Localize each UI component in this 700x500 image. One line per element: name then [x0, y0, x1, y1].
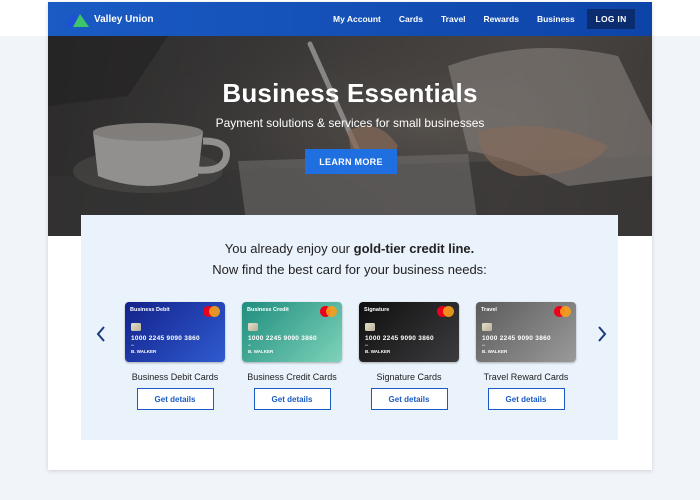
card-type-label: Signature: [364, 307, 390, 313]
promo-line-1: You already enjoy our gold-tier credit l…: [81, 241, 618, 256]
nav-item-business[interactable]: Business: [537, 14, 575, 24]
card-holder-name: B. WALKER: [248, 349, 274, 354]
card-holder-name: B. WALKER: [482, 349, 508, 354]
promo-line-1-highlight: gold-tier credit line.: [353, 241, 475, 256]
chevron-right-icon: [598, 326, 607, 342]
card-holder-name: B. WALKER: [365, 349, 391, 354]
nav-item-rewards[interactable]: Rewards: [484, 14, 519, 24]
get-details-button[interactable]: Get details: [370, 388, 448, 410]
hero-subtitle: Payment solutions & services for small b…: [215, 116, 485, 130]
navbar: Valley Union My Account Cards Travel Rew…: [48, 2, 652, 36]
mastercard-logo-icon: [320, 306, 337, 317]
nav-links: My Account Cards Travel Rewards Business: [333, 2, 593, 36]
card-offers-panel: You already enjoy our gold-tier credit l…: [81, 215, 618, 440]
card-small-text: •••: [365, 343, 369, 347]
card-holder-name: B. WALKER: [131, 349, 157, 354]
card-chip-icon: [482, 323, 492, 331]
carousel-next-button[interactable]: [595, 324, 609, 344]
get-details-button[interactable]: Get details: [136, 388, 214, 410]
credit-card-image[interactable]: Business Debit 1000 2245 9090 3860 ••• B…: [125, 302, 225, 362]
get-details-button[interactable]: Get details: [253, 388, 331, 410]
hero-overlay: [48, 36, 652, 236]
credit-card-image[interactable]: Travel 1000 2245 9090 3860 ••• B. WALKER: [476, 302, 576, 362]
card-item-business-debit: Business Debit 1000 2245 9090 3860 ••• B…: [125, 302, 225, 410]
mastercard-logo-icon: [554, 306, 571, 317]
card-item-travel: Travel 1000 2245 9090 3860 ••• B. WALKER…: [476, 302, 576, 410]
hero-title: Business Essentials: [222, 78, 478, 108]
card-chip-icon: [248, 323, 258, 331]
learn-more-button[interactable]: LEARN MORE: [305, 149, 397, 174]
chevron-left-icon: [96, 326, 105, 342]
brand-logo[interactable]: Valley Union: [65, 12, 153, 27]
card-number: 1000 2245 9090 3860: [131, 335, 200, 342]
card-number: 1000 2245 9090 3860: [248, 335, 317, 342]
credit-card-image[interactable]: Signature 1000 2245 9090 3860 ••• B. WAL…: [359, 302, 459, 362]
card-small-text: •••: [248, 343, 252, 347]
card-title: Travel Reward Cards: [483, 372, 569, 382]
card-title: Signature Cards: [376, 372, 442, 382]
card-type-label: Business Debit: [130, 307, 170, 313]
mastercard-logo-icon: [437, 306, 454, 317]
mountain-logo-icon: [65, 12, 89, 27]
card-number: 1000 2245 9090 3860: [482, 335, 551, 342]
card-chip-icon: [131, 323, 141, 331]
card-type-label: Business Credit: [247, 307, 289, 313]
card-item-business-credit: Business Credit 1000 2245 9090 3860 ••• …: [242, 302, 342, 410]
card-title: Business Debit Cards: [131, 372, 219, 382]
get-details-button[interactable]: Get details: [487, 388, 565, 410]
mastercard-logo-icon: [203, 306, 220, 317]
promo-line-2: Now find the best card for your business…: [212, 262, 487, 277]
credit-card-image[interactable]: Business Credit 1000 2245 9090 3860 ••• …: [242, 302, 342, 362]
hero-banner: Business Essentials Payment solutions & …: [48, 36, 652, 236]
card-number: 1000 2245 9090 3860: [365, 335, 434, 342]
card-chip-icon: [365, 323, 375, 331]
card-item-signature: Signature 1000 2245 9090 3860 ••• B. WAL…: [359, 302, 459, 410]
nav-item-my-account[interactable]: My Account: [333, 14, 381, 24]
card-small-text: •••: [131, 343, 135, 347]
nav-item-cards[interactable]: Cards: [399, 14, 423, 24]
promo-line-1-prefix: You already enjoy our: [224, 241, 354, 256]
brand-name: Valley Union: [94, 13, 154, 25]
card-title: Business Credit Cards: [247, 372, 337, 382]
login-button[interactable]: LOG IN: [587, 9, 635, 29]
carousel-prev-button[interactable]: [94, 324, 108, 344]
page-frame: Valley Union My Account Cards Travel Rew…: [48, 2, 652, 470]
nav-item-travel[interactable]: Travel: [441, 14, 466, 24]
card-small-text: •••: [482, 343, 486, 347]
card-type-label: Travel: [481, 307, 497, 313]
